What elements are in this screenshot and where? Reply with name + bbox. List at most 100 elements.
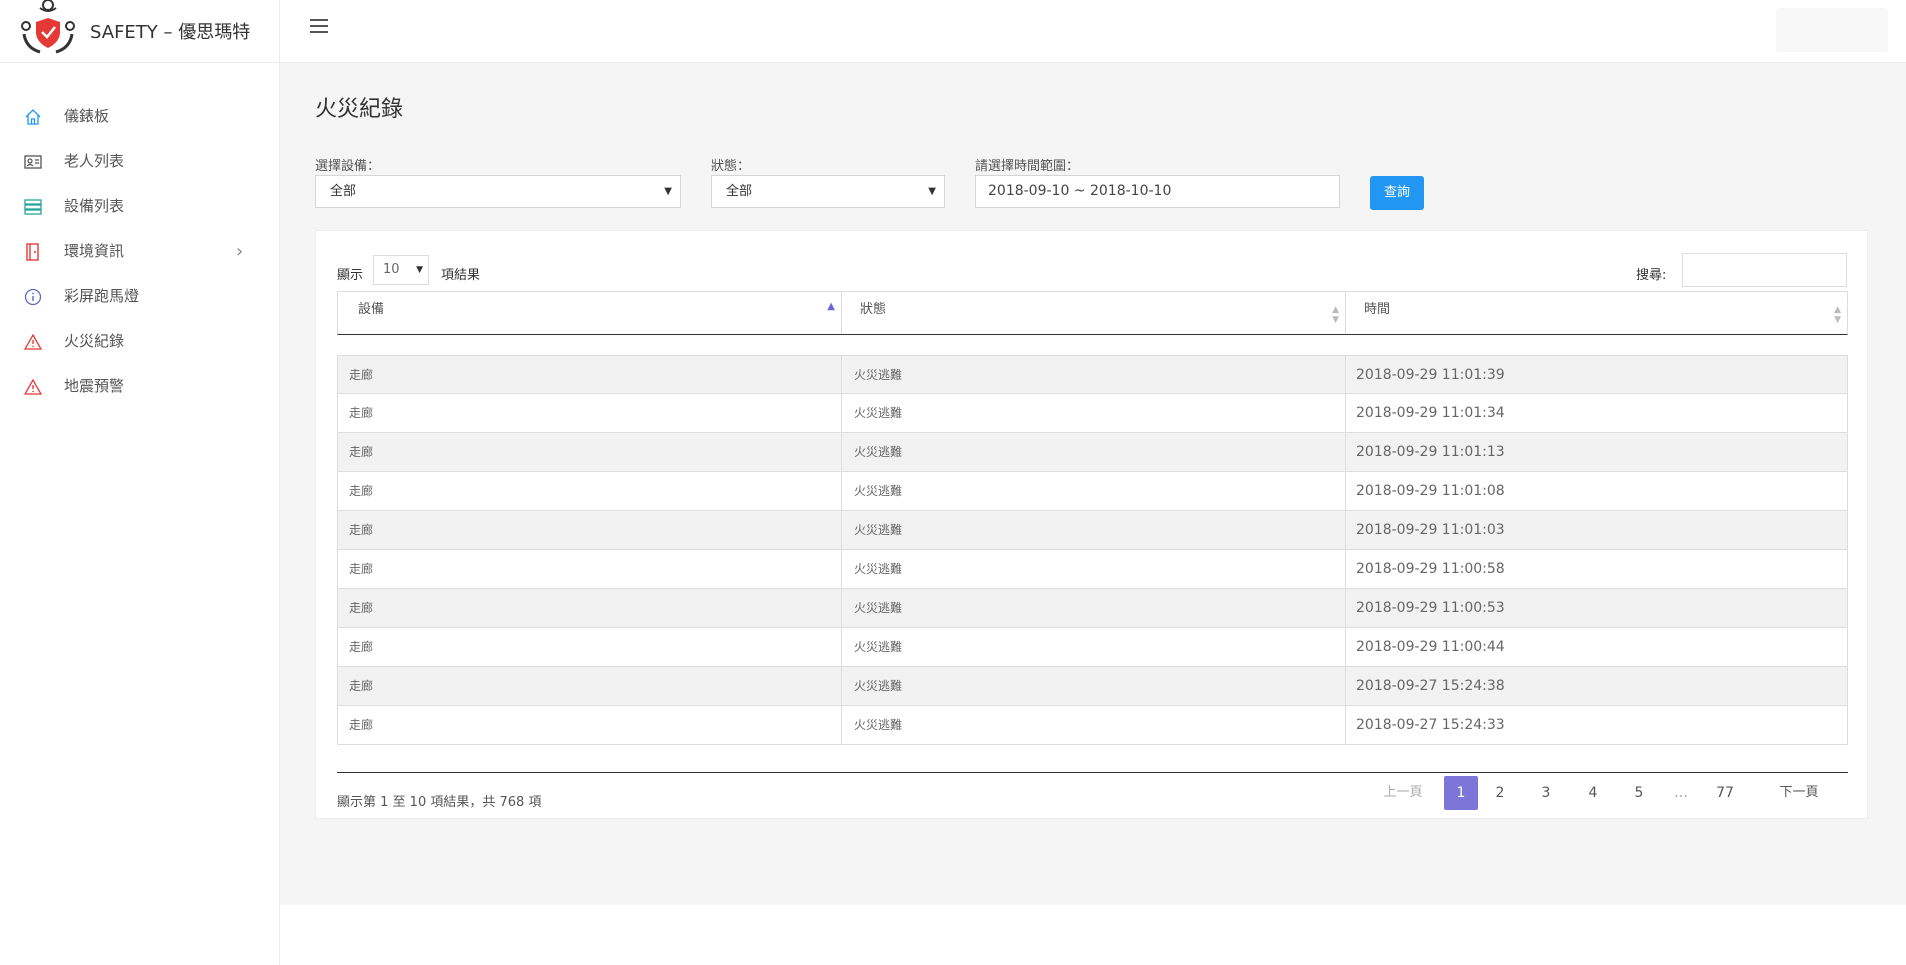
device-cell: 走廊 bbox=[338, 433, 842, 471]
table-row[interactable]: 走廊 火災逃難 2018-09-29 11:01:34 bbox=[337, 394, 1848, 433]
status-cell: 火災逃難 bbox=[842, 667, 1346, 705]
table-row[interactable]: 走廊 火災逃難 2018-09-29 11:01:39 bbox=[337, 355, 1848, 394]
caret-down-icon: ▼ bbox=[928, 186, 936, 197]
user-menu[interactable] bbox=[1776, 8, 1888, 52]
device-filter-label: 選擇設備： bbox=[315, 159, 381, 174]
status-cell: 火災逃難 bbox=[842, 628, 1346, 666]
sidebar-item-marquee[interactable]: 彩屏跑馬燈 bbox=[0, 274, 279, 319]
status-filter-label: 狀態： bbox=[711, 159, 751, 174]
table-header: 設備 ▲ 狀態 ▲ ▼ 時間 ▲ ▼ bbox=[337, 291, 1848, 335]
time-cell: 2018-09-29 11:01:03 bbox=[1356, 522, 1505, 538]
pagination-page-1[interactable]: 1 bbox=[1444, 776, 1478, 810]
page-length-select[interactable]: 10 ▼ bbox=[373, 255, 429, 285]
status-select-value: 全部 bbox=[726, 184, 753, 199]
time-cell: 2018-09-29 11:01:13 bbox=[1356, 444, 1505, 460]
status-cell: 火災逃難 bbox=[842, 511, 1346, 549]
column-header-time[interactable]: 時間 ▲ ▼ bbox=[1346, 292, 1847, 334]
table-row[interactable]: 走廊 火災逃難 2018-09-29 11:01:08 bbox=[337, 472, 1848, 511]
device-cell: 走廊 bbox=[338, 550, 842, 588]
table-row[interactable]: 走廊 火災逃難 2018-09-29 11:00:44 bbox=[337, 628, 1848, 667]
pagination-page-last[interactable]: 77 bbox=[1705, 776, 1745, 810]
pagination-next[interactable]: 下一頁 bbox=[1774, 776, 1824, 810]
page-title: 火災紀錄 bbox=[315, 97, 404, 122]
table-row[interactable]: 走廊 火災逃難 2018-09-29 11:01:03 bbox=[337, 511, 1848, 550]
page-length-value: 10 bbox=[383, 262, 400, 277]
brand-header: SAFETY – 優思瑪特 bbox=[0, 0, 279, 63]
status-cell: 火災逃難 bbox=[842, 433, 1346, 471]
sidebar-item-label: 老人列表 bbox=[64, 152, 125, 170]
column-header-label: 狀態 bbox=[860, 302, 887, 317]
warning-icon bbox=[24, 378, 42, 395]
device-cell: 走廊 bbox=[338, 394, 842, 432]
info-icon bbox=[24, 288, 42, 306]
door-icon bbox=[26, 243, 39, 261]
table-footer-divider bbox=[337, 772, 1848, 773]
sidebar: SAFETY – 優思瑪特 儀錶板 老人列表 設備列表 環境資訊 › 彩屏跑馬燈… bbox=[0, 0, 280, 965]
status-cell: 火災逃難 bbox=[842, 472, 1346, 510]
sidebar-item-label: 儀錶板 bbox=[64, 107, 110, 125]
sidebar-item-elderly-list[interactable]: 老人列表 bbox=[0, 139, 279, 184]
sort-icon: ▲ ▼ bbox=[1332, 305, 1339, 325]
caret-down-icon: ▼ bbox=[664, 186, 672, 197]
device-cell: 走廊 bbox=[338, 511, 842, 549]
pagination-page-2[interactable]: 2 bbox=[1483, 776, 1517, 810]
sidebar-item-label: 環境資訊 bbox=[64, 242, 125, 260]
status-cell: 火災逃難 bbox=[842, 589, 1346, 627]
menu-toggle-icon[interactable] bbox=[310, 19, 328, 33]
device-cell: 走廊 bbox=[338, 667, 842, 705]
sidebar-item-dashboard[interactable]: 儀錶板 bbox=[0, 94, 279, 139]
pagination-prev[interactable]: 上一頁 bbox=[1378, 776, 1428, 810]
top-bar bbox=[280, 0, 1906, 63]
table-info: 顯示第 1 至 10 項結果，共 768 項 bbox=[337, 795, 542, 810]
sidebar-item-device-list[interactable]: 設備列表 bbox=[0, 184, 279, 229]
device-cell: 走廊 bbox=[338, 628, 842, 666]
results-label: 項結果 bbox=[441, 268, 481, 283]
show-label: 顯示 bbox=[337, 268, 364, 283]
sidebar-item-label: 設備列表 bbox=[64, 197, 125, 215]
sidebar-item-fire-records[interactable]: 火災紀錄 bbox=[0, 319, 279, 364]
search-input[interactable] bbox=[1682, 253, 1847, 287]
status-cell: 火災逃難 bbox=[842, 356, 1346, 394]
time-cell: 2018-09-29 11:00:44 bbox=[1356, 639, 1505, 655]
warning-icon bbox=[24, 333, 42, 350]
sort-icon: ▲ ▼ bbox=[1834, 305, 1841, 325]
sort-asc-icon: ▲ bbox=[827, 301, 835, 312]
table-row[interactable]: 走廊 火災逃難 2018-09-27 15:24:38 bbox=[337, 667, 1848, 706]
sidebar-item-environment[interactable]: 環境資訊 › bbox=[0, 229, 279, 274]
column-header-status[interactable]: 狀態 ▲ ▼ bbox=[842, 292, 1346, 334]
main-content: 火災紀錄 選擇設備： 全部 ▼ 狀態： 全部 ▼ 請選擇時間範圍： 2018-0… bbox=[280, 63, 1906, 905]
time-cell: 2018-09-29 11:00:53 bbox=[1356, 600, 1505, 616]
pagination-page-3[interactable]: 3 bbox=[1529, 776, 1563, 810]
logo-icon bbox=[21, 0, 75, 54]
query-button[interactable]: 查詢 bbox=[1370, 176, 1424, 210]
status-cell: 火災逃難 bbox=[842, 550, 1346, 588]
status-cell: 火災逃難 bbox=[842, 706, 1346, 744]
pagination-page-5[interactable]: 5 bbox=[1622, 776, 1656, 810]
home-icon bbox=[25, 109, 41, 125]
time-cell: 2018-09-29 11:01:39 bbox=[1356, 367, 1505, 383]
table-row[interactable]: 走廊 火災逃難 2018-09-29 11:01:13 bbox=[337, 433, 1848, 472]
chevron-right-icon: › bbox=[236, 241, 244, 262]
column-header-device[interactable]: 設備 ▲ bbox=[338, 292, 842, 334]
table-row[interactable]: 走廊 火災逃難 2018-09-29 11:00:58 bbox=[337, 550, 1848, 589]
table-body: 走廊 火災逃難 2018-09-29 11:01:39 走廊 火災逃難 2018… bbox=[337, 355, 1848, 745]
column-header-label: 時間 bbox=[1364, 302, 1391, 317]
records-table-card: 顯示 10 ▼ 項結果 搜尋: 設備 ▲ 狀態 ▲ ▼ 時間 ▲ ▼ 走廊 火災… bbox=[315, 230, 1868, 819]
device-cell: 走廊 bbox=[338, 356, 842, 394]
date-range-input[interactable]: 2018-09-10 ~ 2018-10-10 bbox=[975, 175, 1340, 208]
device-select[interactable]: 全部 ▼ bbox=[315, 175, 681, 208]
app-title: SAFETY – 優思瑪特 bbox=[90, 22, 251, 43]
status-select[interactable]: 全部 ▼ bbox=[711, 175, 945, 208]
table-row[interactable]: 走廊 火災逃難 2018-09-27 15:24:33 bbox=[337, 706, 1848, 745]
device-cell: 走廊 bbox=[338, 472, 842, 510]
device-cell: 走廊 bbox=[338, 706, 842, 744]
pagination-page-4[interactable]: 4 bbox=[1576, 776, 1610, 810]
time-cell: 2018-09-29 11:00:58 bbox=[1356, 561, 1505, 577]
sidebar-item-earthquake-alert[interactable]: 地震預警 bbox=[0, 364, 279, 409]
table-row[interactable]: 走廊 火災逃難 2018-09-29 11:00:53 bbox=[337, 589, 1848, 628]
sidebar-item-label: 火災紀錄 bbox=[64, 332, 125, 350]
pagination-ellipsis: … bbox=[1674, 785, 1688, 801]
sidebar-nav: 儀錶板 老人列表 設備列表 環境資訊 › 彩屏跑馬燈 火災紀錄 地震預警 bbox=[0, 94, 279, 409]
page-bottom bbox=[280, 905, 1906, 965]
time-cell: 2018-09-27 15:24:33 bbox=[1356, 717, 1505, 733]
